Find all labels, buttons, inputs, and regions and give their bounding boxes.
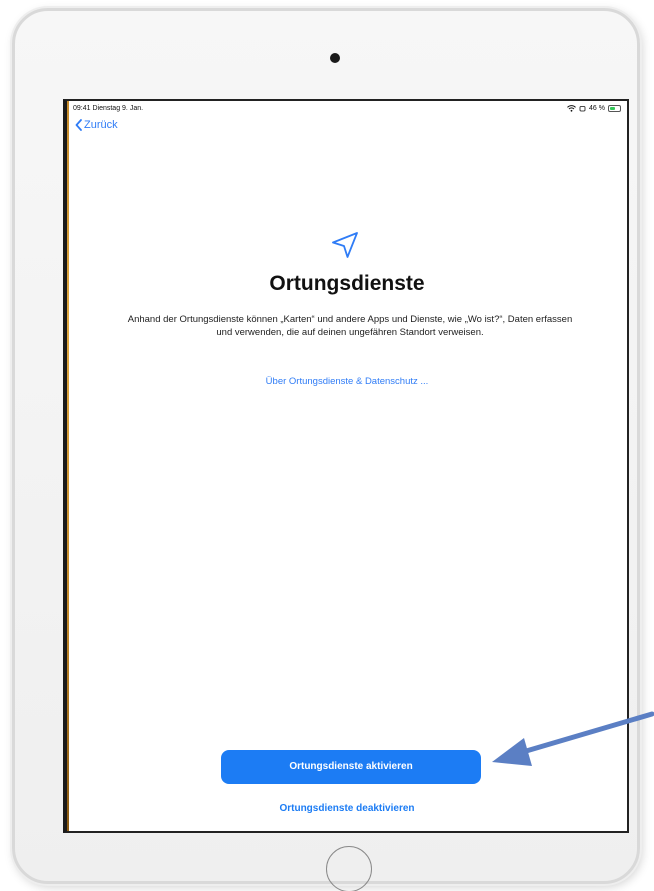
status-bar: 09:41 Dienstag 9. Jan. 46 % (67, 101, 627, 115)
activate-location-services-button[interactable]: Ortungsdienste aktivieren (221, 750, 481, 784)
front-camera (330, 53, 340, 63)
chevron-left-icon (75, 119, 82, 131)
battery-icon (608, 104, 621, 112)
privacy-info-link[interactable]: Über Ortungsdienste & Datenschutz ... (67, 376, 627, 387)
home-button[interactable] (326, 846, 372, 891)
location-arrow-icon (332, 232, 358, 258)
annotation-arrow-icon (492, 711, 654, 766)
back-button[interactable]: Zurück (75, 119, 118, 131)
orientation-lock-icon (579, 105, 586, 112)
back-button-label: Zurück (84, 119, 118, 131)
status-time-date: 09:41 Dienstag 9. Jan. (73, 104, 144, 112)
page-title: Ortungsdienste (269, 272, 425, 295)
battery-percentage: 46 % (589, 104, 605, 112)
status-indicators: 46 % (567, 104, 621, 112)
deactivate-location-services-button[interactable]: Ortungsdienste deaktivieren (67, 803, 627, 814)
wifi-icon (567, 104, 576, 112)
page-description: Anhand der Ortungsdienste können „Karten… (127, 314, 573, 338)
